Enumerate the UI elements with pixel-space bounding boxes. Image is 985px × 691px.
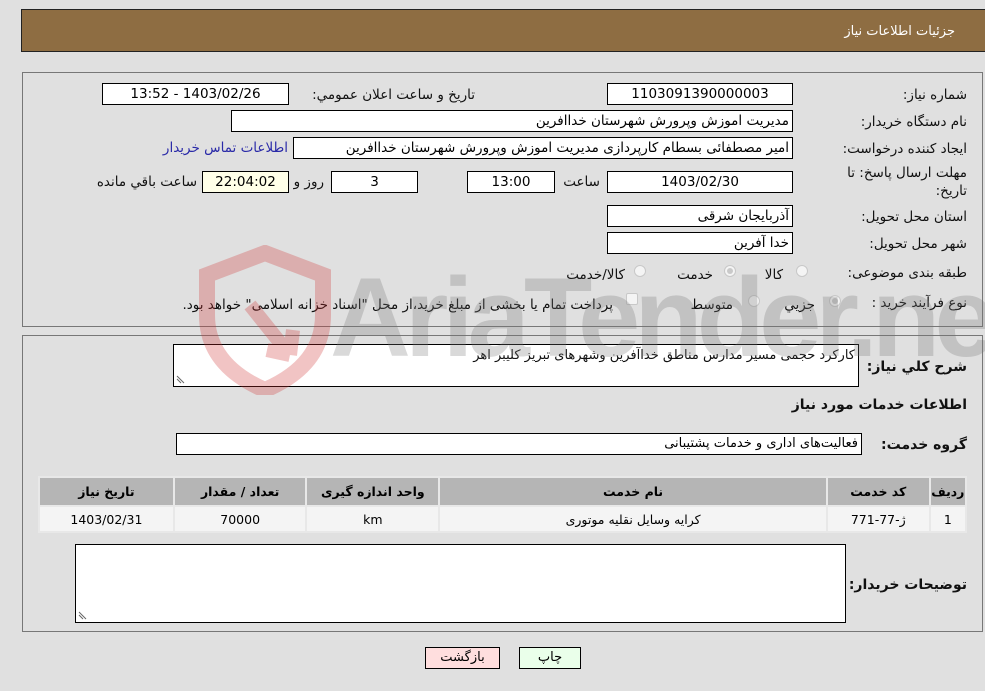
deadline-label: مهلت ارسال پاسخ: تا تاریخ: — [847, 165, 967, 199]
cell-service-code: ژ-77-771 — [827, 507, 929, 531]
services-table: رديف کد خدمت نام خدمت واحد اندازه گيری ت… — [38, 476, 967, 533]
purchase-type-label: نوع فرآیند خرید : — [871, 295, 967, 311]
buyer-notes-textarea[interactable] — [75, 544, 846, 623]
table-row: 1 ژ-77-771 کرایه وسایل نقلیه موتوری km 7… — [40, 507, 965, 531]
back-button[interactable]: بازگشت — [425, 647, 500, 669]
treasury-note: پرداخت تمام یا بخشی از مبلغ خرید،از محل … — [182, 297, 613, 313]
services-table-wrap: رديف کد خدمت نام خدمت واحد اندازه گيری ت… — [38, 476, 967, 533]
buyer-contact-link[interactable]: اطلاعات تماس خریدار — [163, 140, 288, 156]
col-quantity: تعداد / مقدار — [174, 478, 306, 505]
summary-text: کارکرد حجمی مسیر مدارس مناطق خداآفرین وش… — [473, 348, 855, 363]
cell-service-name: کرایه وسایل نقلیه موتوری — [440, 507, 826, 531]
purchase-type-radio-minor[interactable] — [829, 295, 841, 307]
cell-row: 1 — [930, 507, 965, 531]
remaining-time-label: ساعت باقي مانده — [96, 174, 197, 190]
buyer-org-label: نام دستگاه خریدار: — [860, 114, 967, 130]
buyer-org-field[interactable]: مدیریت اموزش وپرورش شهرستان خداافرین — [231, 110, 793, 132]
province-field[interactable]: آذربایجان شرقی — [607, 205, 793, 227]
province-label: استان محل تحویل: — [861, 209, 967, 225]
deadline-date-field[interactable]: 1403/02/30 — [607, 171, 793, 193]
purchase-type-radio-medium[interactable] — [748, 295, 760, 307]
print-button[interactable]: چاپ — [519, 647, 581, 669]
days-label: روز و — [293, 174, 324, 190]
summary-label: شرح کلي نياز: — [866, 359, 967, 375]
city-label: شهر محل تحویل: — [869, 236, 967, 252]
need-number-label: شماره نیاز: — [902, 87, 967, 103]
resize-grip-icon[interactable] — [78, 611, 87, 620]
purchase-type-option-minor: جزيي — [784, 297, 815, 313]
category-option-service: خدمت — [677, 267, 713, 283]
category-label: طبقه بندی موضوعی: — [847, 265, 967, 281]
resize-grip-icon[interactable] — [176, 375, 185, 384]
page-header: جزئیات اطلاعات نیاز — [21, 9, 985, 52]
purchase-type-option-medium: متوسط — [690, 297, 733, 313]
city-field[interactable]: خدا آفرین — [607, 232, 793, 254]
col-row: رديف — [930, 478, 965, 505]
category-option-goods: کالا — [764, 267, 783, 283]
col-need-date: تاريخ نياز — [40, 478, 173, 505]
category-radio-service[interactable] — [724, 265, 736, 277]
col-unit: واحد اندازه گيری — [307, 478, 439, 505]
need-number-field[interactable]: 1103091390000003 — [607, 83, 793, 105]
service-group-label: گروه خدمت: — [881, 437, 967, 453]
requester-label: ایجاد کننده درخواست: — [842, 141, 967, 157]
requester-field[interactable]: امیر مصطفائی بسطام کارپردازی مدیریت اموز… — [293, 137, 793, 159]
category-option-goods-service: کالا/خدمت — [566, 267, 625, 283]
buyer-notes-label: توضيحات خريدار: — [848, 577, 967, 593]
treasury-checkbox[interactable] — [626, 293, 638, 305]
category-radio-goods-service[interactable] — [634, 265, 646, 277]
table-header-row: رديف کد خدمت نام خدمت واحد اندازه گيری ت… — [40, 478, 965, 505]
remaining-days-field: 3 — [331, 171, 418, 193]
summary-textarea[interactable]: کارکرد حجمی مسیر مدارس مناطق خداآفرین وش… — [173, 344, 859, 387]
deadline-time-label: ساعت — [563, 174, 600, 190]
services-title: اطلاعات خدمات مورد نياز — [791, 397, 967, 413]
service-group-field[interactable]: فعالیت‌های اداری و خدمات پشتیبانی — [176, 433, 862, 455]
col-service-code: کد خدمت — [827, 478, 929, 505]
remaining-time-field: 22:04:02 — [202, 171, 289, 193]
page-title: جزئیات اطلاعات نیاز — [844, 24, 955, 39]
category-radio-goods[interactable] — [796, 265, 808, 277]
cell-unit: km — [307, 507, 439, 531]
deadline-time-field[interactable]: 13:00 — [467, 171, 555, 193]
cell-quantity: 70000 — [174, 507, 306, 531]
cell-need-date: 1403/02/31 — [40, 507, 173, 531]
announce-datetime-label: تاریخ و ساعت اعلان عمومي: — [312, 87, 475, 103]
col-service-name: نام خدمت — [440, 478, 826, 505]
announce-datetime-field[interactable]: 1403/02/26 - 13:52 — [102, 83, 289, 105]
